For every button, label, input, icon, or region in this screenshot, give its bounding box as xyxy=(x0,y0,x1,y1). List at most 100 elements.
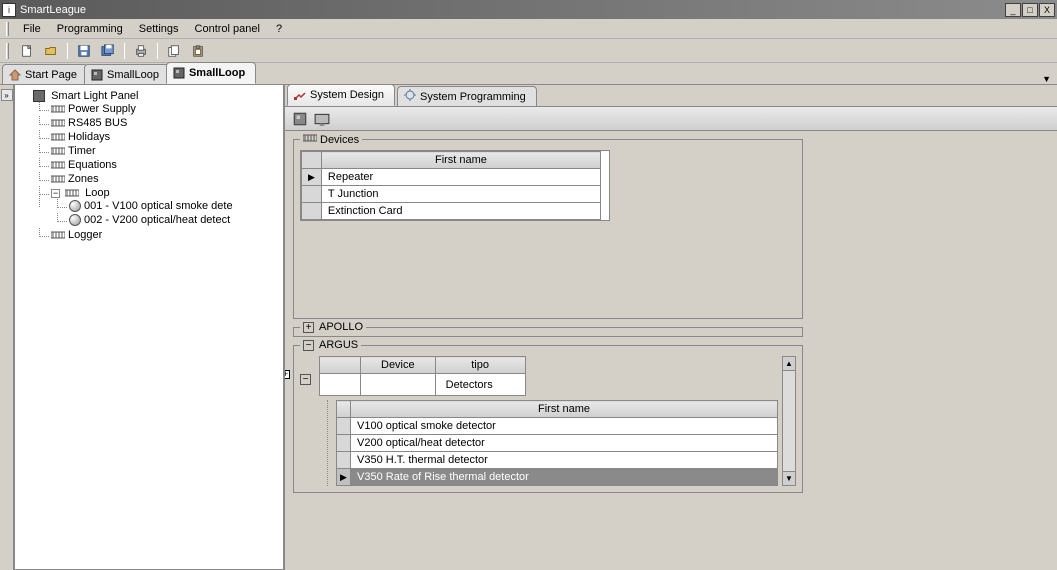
cell-tipo: Detectors xyxy=(435,374,525,396)
tree-loop-item-1[interactable]: 001 - V100 optical smoke dete xyxy=(69,199,283,213)
window-titlebar: i SmartLeague _ □ X xyxy=(0,0,1057,19)
view-panel-button[interactable] xyxy=(291,110,309,128)
devices-grid[interactable]: First name ▶Repeater T Junction Extincti… xyxy=(300,150,610,221)
app-icon: i xyxy=(2,3,16,17)
groupbox-title: ARGUS xyxy=(319,339,358,351)
apollo-groupbox: + APOLLO xyxy=(293,327,803,337)
argus-groupbox: − ARGUS − Device tipo xyxy=(293,345,803,493)
copy-button[interactable] xyxy=(164,41,184,61)
column-header-tipo[interactable]: tipo xyxy=(435,357,525,374)
new-button[interactable] xyxy=(17,41,37,61)
tab-system-programming[interactable]: System Programming xyxy=(397,86,537,106)
tab-label: Start Page xyxy=(25,69,77,81)
module-icon xyxy=(65,188,79,198)
panel-icon xyxy=(173,67,185,79)
menubar: File Programming Settings Control panel … xyxy=(0,19,1057,39)
groupbox-title: Devices xyxy=(320,134,359,146)
tree-item-label: Power Supply xyxy=(68,103,136,115)
table-row[interactable]: ▶Repeater xyxy=(302,169,601,186)
table-row[interactable]: Detectors xyxy=(320,374,526,396)
tree-item-logger[interactable]: Logger xyxy=(51,228,283,242)
tree-item-timer[interactable]: Timer xyxy=(51,144,283,158)
paste-button[interactable] xyxy=(188,41,208,61)
module-icon xyxy=(51,146,65,156)
column-header[interactable]: First name xyxy=(351,401,778,418)
menu-help[interactable]: ? xyxy=(268,21,290,37)
work-toolbar xyxy=(285,107,1057,131)
cell: V100 optical smoke detector xyxy=(351,418,778,435)
tab-label: System Programming xyxy=(420,91,526,103)
view-screen-button[interactable] xyxy=(313,110,331,128)
tree-item-rs485[interactable]: RS485 BUS xyxy=(51,116,283,130)
row-indicator-icon: ▶ xyxy=(337,469,351,486)
tree-item-label: 001 - V100 optical smoke dete xyxy=(84,200,233,212)
module-icon xyxy=(303,133,317,146)
scroll-down-icon[interactable]: ▼ xyxy=(783,471,795,485)
cell: Repeater xyxy=(321,169,600,186)
cell: V350 Rate of Rise thermal detector xyxy=(351,469,778,486)
tree-item-power-supply[interactable]: Power Supply xyxy=(51,102,283,116)
tree: Smart Light Panel Power Supply RS485 BUS… xyxy=(15,89,283,243)
save-all-button[interactable] xyxy=(98,41,118,61)
close-button[interactable]: X xyxy=(1039,3,1055,17)
menubar-grip[interactable] xyxy=(6,22,9,36)
tree-item-holidays[interactable]: Holidays xyxy=(51,130,283,144)
collapse-button[interactable]: − xyxy=(303,340,314,351)
tab-system-design[interactable]: System Design xyxy=(287,85,395,106)
argus-scrollbar[interactable]: ▲ ▼ xyxy=(782,356,796,486)
menu-file[interactable]: File xyxy=(15,21,49,37)
module-icon xyxy=(51,118,65,128)
document-tabs: Start Page SmallLoop SmallLoop ▼ xyxy=(0,63,1057,85)
table-row[interactable]: V100 optical smoke detector xyxy=(337,418,778,435)
row-indicator xyxy=(302,203,322,220)
column-header-device[interactable]: Device xyxy=(361,357,436,374)
tree-item-loop[interactable]: − Loop 001 - V100 optical smoke dete 002… xyxy=(51,186,283,228)
print-button[interactable] xyxy=(131,41,151,61)
mouse-cursor-icon: + xyxy=(285,356,287,381)
table-row[interactable]: V200 optical/heat detector xyxy=(337,435,778,452)
device-icon-cell xyxy=(361,374,436,396)
tab-smallloop-1[interactable]: SmallLoop xyxy=(84,64,170,84)
tree-loop-item-2[interactable]: 002 - V200 optical/heat detect xyxy=(69,213,283,227)
tab-smallloop-2[interactable]: SmallLoop xyxy=(166,62,256,84)
tree-root[interactable]: Smart Light Panel Power Supply RS485 BUS… xyxy=(33,89,283,243)
scroll-up-icon[interactable]: ▲ xyxy=(783,357,795,371)
tree-item-label: Equations xyxy=(68,159,117,171)
menu-control-panel[interactable]: Control panel xyxy=(187,21,268,37)
expander-minus-icon[interactable]: − xyxy=(51,189,60,198)
menu-programming[interactable]: Programming xyxy=(49,21,131,37)
open-button[interactable] xyxy=(41,41,61,61)
argus-device-table[interactable]: Device tipo Detectors xyxy=(319,356,526,396)
work-body: Devices First name ▶Repeater T Junction … xyxy=(285,131,1057,570)
tree-item-equations[interactable]: Equations xyxy=(51,158,283,172)
module-icon xyxy=(51,132,65,142)
tree-item-zones[interactable]: Zones xyxy=(51,172,283,186)
table-row[interactable]: V350 H.T. thermal detector xyxy=(337,452,778,469)
table-row[interactable]: T Junction xyxy=(302,186,601,203)
treeview-panel: Smart Light Panel Power Supply RS485 BUS… xyxy=(14,85,284,570)
maximize-button[interactable]: □ xyxy=(1022,3,1038,17)
menu-settings[interactable]: Settings xyxy=(131,21,187,37)
devices-groupbox: Devices First name ▶Repeater T Junction … xyxy=(293,139,803,319)
toolbar-grip[interactable] xyxy=(6,43,9,59)
tab-label: SmallLoop xyxy=(189,67,245,79)
row-indicator-icon: ▶ xyxy=(302,169,322,186)
column-header[interactable]: First name xyxy=(321,152,600,169)
collapse-tree-button[interactable]: » xyxy=(1,89,13,101)
expand-button[interactable]: + xyxy=(303,322,314,333)
tab-start-page[interactable]: Start Page xyxy=(2,64,88,84)
cell: V200 optical/heat detector xyxy=(351,435,778,452)
argus-row-collapse[interactable]: − xyxy=(300,374,311,385)
panel-icon xyxy=(33,90,45,102)
tabs-dropdown[interactable]: ▼ xyxy=(1042,74,1051,84)
work-tabs: System Design System Programming xyxy=(285,85,1057,107)
minimize-button[interactable]: _ xyxy=(1005,3,1021,17)
groupbox-title: APOLLO xyxy=(319,321,363,333)
detector-icon xyxy=(69,200,81,212)
tree-item-label: Logger xyxy=(68,229,102,241)
table-row[interactable]: Extinction Card xyxy=(302,203,601,220)
table-row-selected[interactable]: ▶V350 Rate of Rise thermal detector xyxy=(337,469,778,486)
argus-detectors-grid[interactable]: First name V100 optical smoke detector V… xyxy=(336,400,778,486)
cell: V350 H.T. thermal detector xyxy=(351,452,778,469)
save-button[interactable] xyxy=(74,41,94,61)
